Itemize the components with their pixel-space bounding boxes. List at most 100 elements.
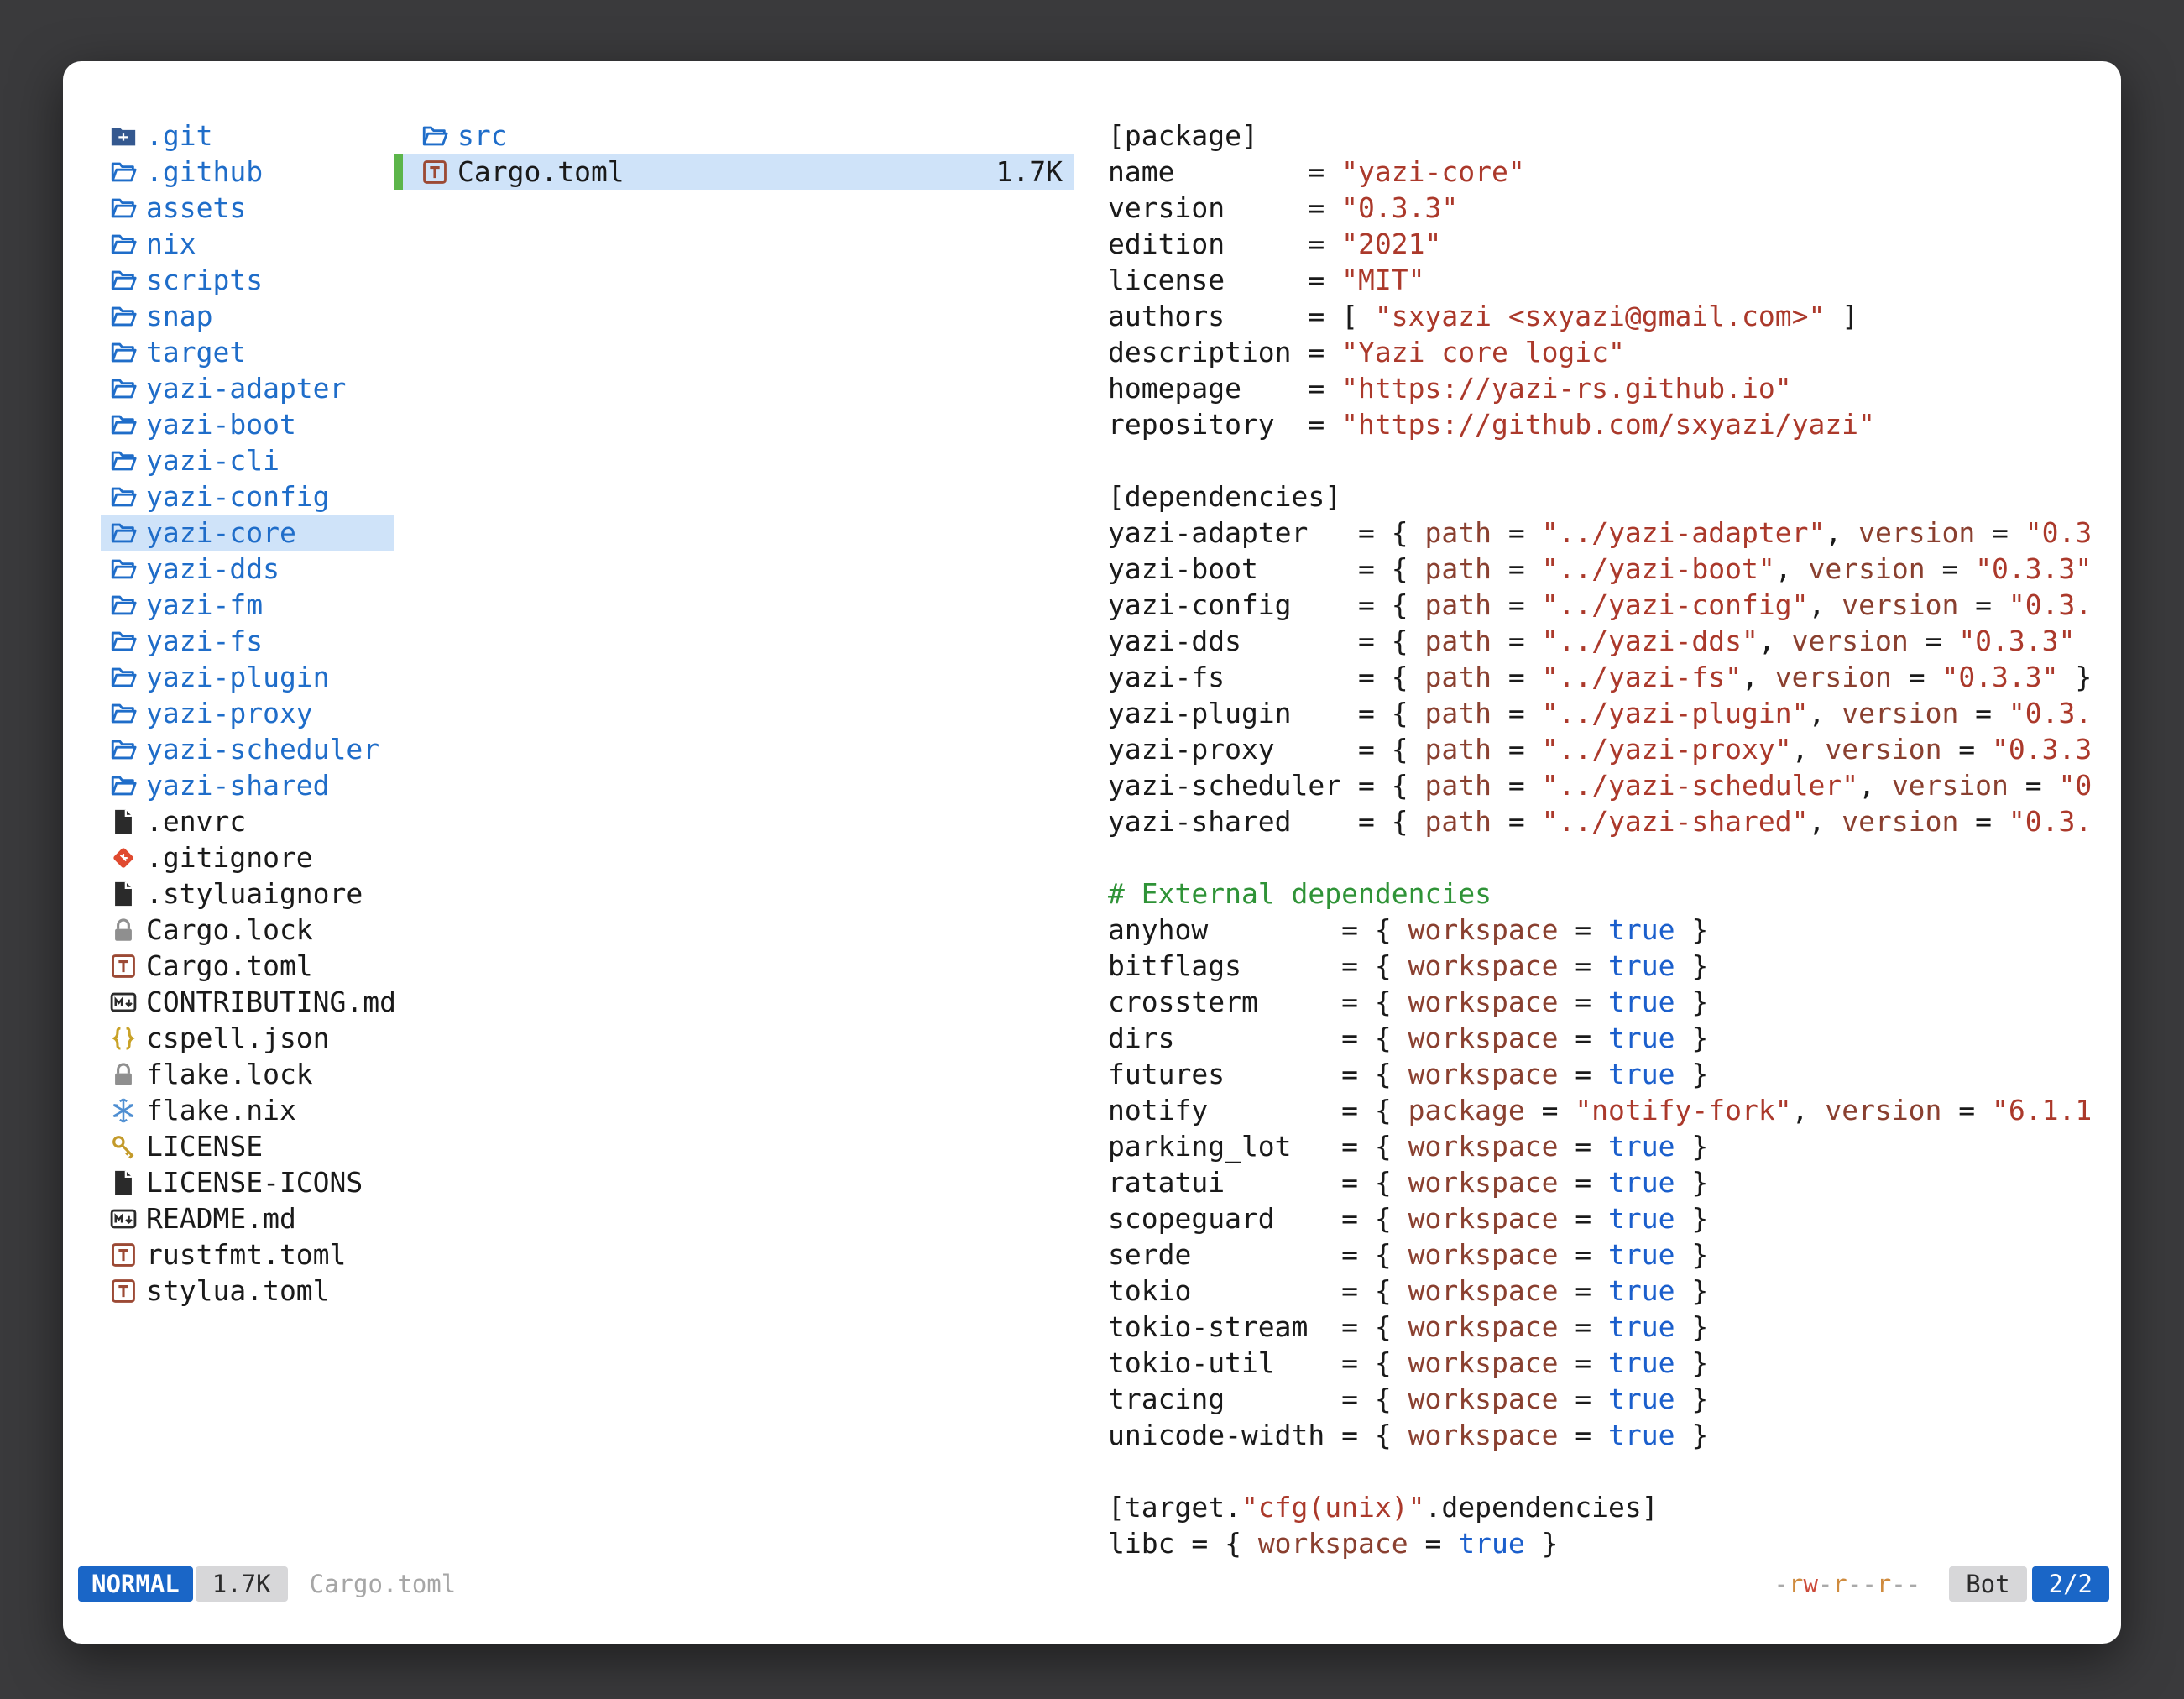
file-item[interactable]: README.md	[101, 1200, 394, 1236]
item-label: target	[146, 334, 246, 370]
preview-line: tokio-util = { workspace = true }	[1108, 1345, 2098, 1381]
file-item[interactable]: Cargo.toml	[101, 948, 394, 984]
item-label: flake.nix	[146, 1092, 296, 1128]
mode-badge: NORMAL	[78, 1566, 193, 1602]
lock-icon	[109, 1060, 138, 1089]
item-label: yazi-config	[146, 478, 330, 515]
item-label: rustfmt.toml	[146, 1236, 346, 1273]
preview-line: yazi-scheduler = { path = "../yazi-sched…	[1108, 767, 2098, 803]
preview-line: yazi-dds = { path = "../yazi-dds", versi…	[1108, 623, 2098, 659]
file-icon	[109, 880, 138, 908]
dir-item[interactable]: yazi-shared	[101, 767, 394, 803]
file-item[interactable]: Cargo.toml1.7K	[394, 154, 1074, 190]
item-label: stylua.toml	[146, 1273, 330, 1309]
folder-open-icon	[109, 483, 138, 511]
dir-item[interactable]: yazi-fs	[101, 623, 394, 659]
item-label: .github	[146, 154, 263, 190]
dir-item[interactable]: src	[394, 118, 1074, 154]
preview-line: repository = "https://github.com/sxyazi/…	[1108, 406, 2098, 442]
folder-open-icon	[109, 699, 138, 728]
lock-icon	[109, 916, 138, 944]
folder-open-icon	[109, 627, 138, 656]
preview-line: authors = [ "sxyazi <sxyazi@gmail.com>" …	[1108, 298, 2098, 334]
folder-open-icon	[109, 735, 138, 764]
item-label: yazi-scheduler	[146, 731, 379, 767]
file-item[interactable]: LICENSE	[101, 1128, 394, 1164]
item-label: nix	[146, 226, 196, 262]
preview-line: futures = { workspace = true }	[1108, 1056, 2098, 1092]
preview-line: homepage = "https://yazi-rs.github.io"	[1108, 370, 2098, 406]
dir-item[interactable]: nix	[101, 226, 394, 262]
file-item[interactable]: rustfmt.toml	[101, 1236, 394, 1273]
preview-line: tracing = { workspace = true }	[1108, 1381, 2098, 1417]
dir-item[interactable]: yazi-boot	[101, 406, 394, 442]
dir-item[interactable]: .github	[101, 154, 394, 190]
preview-line: notify = { package = "notify-fork", vers…	[1108, 1092, 2098, 1128]
file-size-badge: 1.7K	[196, 1566, 288, 1602]
item-label: yazi-plugin	[146, 659, 330, 695]
dir-item[interactable]: snap	[101, 298, 394, 334]
item-label: assets	[146, 190, 246, 226]
status-bar: NORMAL 1.7K Cargo.toml -rw-r--r-- Bot 2/…	[78, 1566, 2109, 1602]
file-item[interactable]: flake.lock	[101, 1056, 394, 1092]
preview-line: yazi-boot = { path = "../yazi-boot", ver…	[1108, 551, 2098, 587]
folder-open-icon	[109, 338, 138, 367]
file-item[interactable]: CONTRIBUTING.md	[101, 984, 394, 1020]
item-label: scripts	[146, 262, 263, 298]
dir-item[interactable]: yazi-adapter	[101, 370, 394, 406]
file-item[interactable]: .gitignore	[101, 839, 394, 876]
dir-item[interactable]: yazi-fm	[101, 587, 394, 623]
folder-open-icon	[109, 266, 138, 295]
file-item[interactable]: Cargo.lock	[101, 912, 394, 948]
file-item[interactable]: LICENSE-ICONS	[101, 1164, 394, 1200]
preview-line: yazi-adapter = { path = "../yazi-adapter…	[1108, 515, 2098, 551]
dir-item[interactable]: yazi-plugin	[101, 659, 394, 695]
item-label: CONTRIBUTING.md	[146, 984, 396, 1020]
json-icon	[109, 1024, 138, 1053]
dir-item[interactable]: yazi-proxy	[101, 695, 394, 731]
item-label: Cargo.lock	[146, 912, 313, 948]
preview-line	[1108, 839, 2098, 876]
file-item[interactable]: .styluaignore	[101, 876, 394, 912]
file-item[interactable]: .envrc	[101, 803, 394, 839]
item-label: snap	[146, 298, 212, 334]
item-label: README.md	[146, 1200, 296, 1236]
preview-line: yazi-fs = { path = "../yazi-fs", version…	[1108, 659, 2098, 695]
dir-item[interactable]: yazi-scheduler	[101, 731, 394, 767]
dir-item[interactable]: scripts	[101, 262, 394, 298]
item-label: .git	[146, 118, 212, 154]
dir-item[interactable]: yazi-dds	[101, 551, 394, 587]
toml-icon	[109, 1277, 138, 1305]
preview-line: dirs = { workspace = true }	[1108, 1020, 2098, 1056]
item-label: LICENSE	[146, 1128, 263, 1164]
preview-line: scopeguard = { workspace = true }	[1108, 1200, 2098, 1236]
dir-item[interactable]: yazi-config	[101, 478, 394, 515]
preview-line: tokio = { workspace = true }	[1108, 1273, 2098, 1309]
item-label: yazi-cli	[146, 442, 280, 478]
file-icon	[109, 1168, 138, 1197]
preview-line: parking_lot = { workspace = true }	[1108, 1128, 2098, 1164]
preview-line: yazi-proxy = { path = "../yazi-proxy", v…	[1108, 731, 2098, 767]
item-label: .styluaignore	[146, 876, 363, 912]
folder-open-icon	[109, 771, 138, 800]
preview-line: anyhow = { workspace = true }	[1108, 912, 2098, 948]
item-label: yazi-boot	[146, 406, 296, 442]
markdown-icon	[109, 988, 138, 1017]
file-item[interactable]: stylua.toml	[101, 1273, 394, 1309]
dir-item[interactable]: assets	[101, 190, 394, 226]
file-item[interactable]: cspell.json	[101, 1020, 394, 1056]
file-permissions: -rw-r--r--	[1774, 1566, 1921, 1602]
file-item[interactable]: flake.nix	[101, 1092, 394, 1128]
license-icon	[109, 1132, 138, 1161]
dir-item[interactable]: .git	[101, 118, 394, 154]
dir-item[interactable]: target	[101, 334, 394, 370]
preview-pane: [package]name = "yazi-core"version = "0.…	[1108, 118, 2098, 1560]
folder-open-icon	[109, 410, 138, 439]
dir-item[interactable]: yazi-core	[101, 515, 394, 551]
dir-item[interactable]: yazi-cli	[101, 442, 394, 478]
item-label: src	[457, 118, 508, 154]
file-icon	[109, 808, 138, 836]
preview-line: description = "Yazi core logic"	[1108, 334, 2098, 370]
selection-indicator-bar	[394, 154, 403, 190]
folder-open-icon	[109, 591, 138, 619]
